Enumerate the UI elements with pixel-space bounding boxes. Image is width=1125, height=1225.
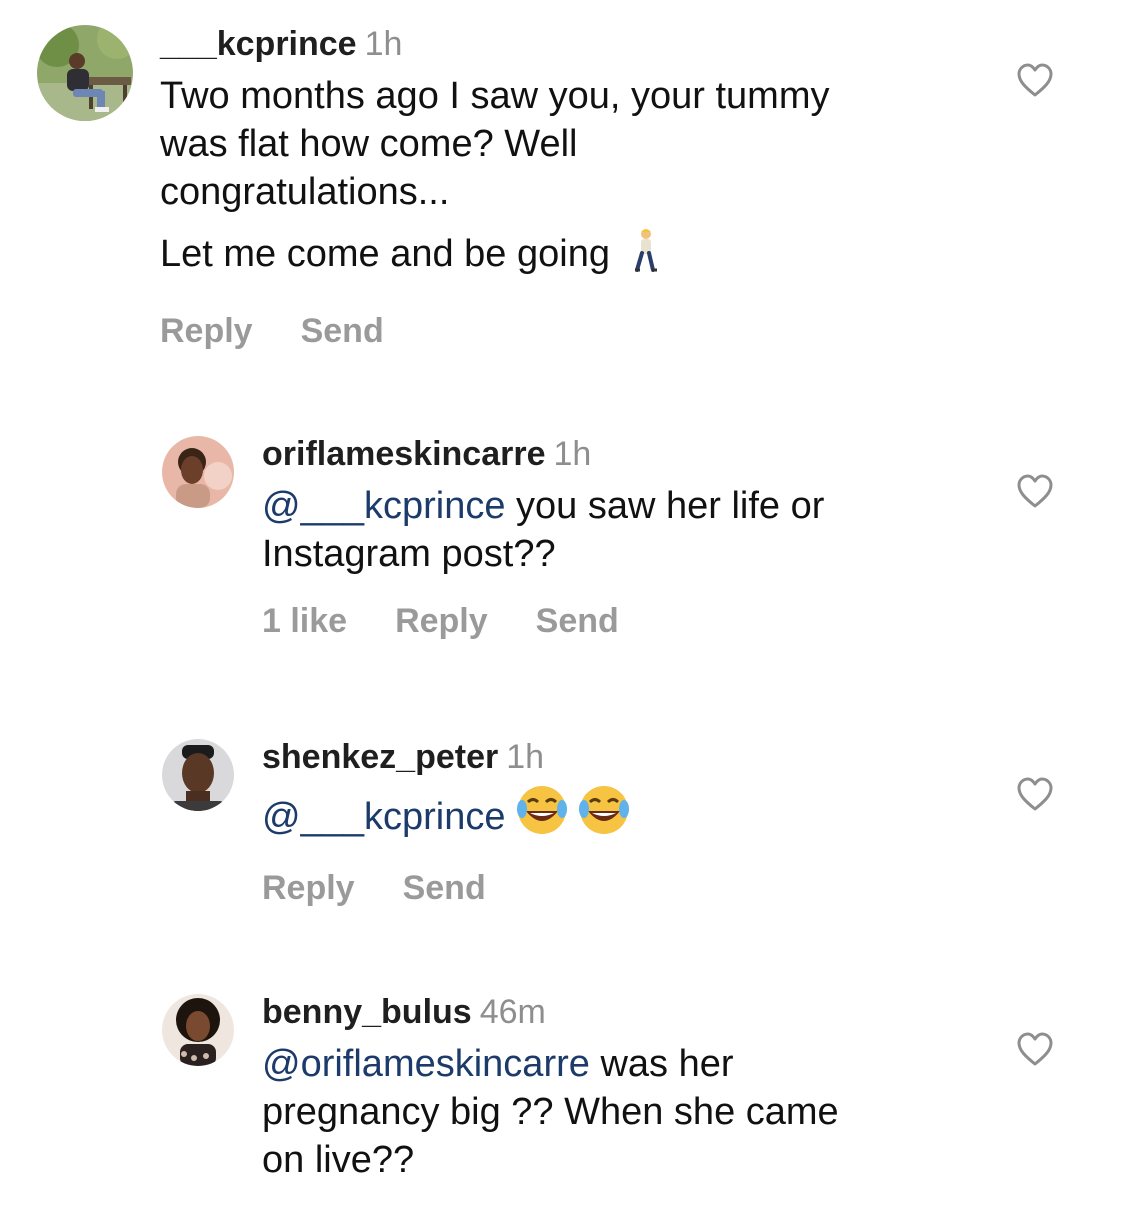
comment-line: Two months ago I saw you, your tummy xyxy=(160,75,830,117)
comment-line-text: you saw her life or xyxy=(505,485,825,527)
heart-icon[interactable] xyxy=(1016,1031,1054,1067)
username[interactable]: benny_bulus xyxy=(262,993,472,1031)
send-button[interactable]: Send xyxy=(536,602,619,641)
comment-line: pregnancy big ?? When she came xyxy=(262,1091,839,1133)
comment-text: @___kcprince you saw her life or Instagr… xyxy=(262,482,1002,578)
comment-line: Instagram post?? xyxy=(262,533,556,575)
comment-line: @___kcprince xyxy=(262,785,1002,847)
username[interactable]: oriflameskincarre xyxy=(262,435,546,473)
timestamp: 46m xyxy=(479,993,546,1031)
reply-button[interactable]: Reply xyxy=(395,602,488,641)
comments-list: ___kcprince 1h Two months ago I saw you, … xyxy=(0,0,1125,1225)
mention-link[interactable]: @oriflameskincarre xyxy=(262,1043,590,1085)
heart-icon[interactable] xyxy=(1016,473,1054,509)
mention-link[interactable]: @___kcprince xyxy=(262,796,505,838)
comment-line: @oriflameskincarre was her xyxy=(262,1040,1002,1088)
avatar[interactable] xyxy=(162,436,234,508)
timestamp: 1h xyxy=(506,738,545,776)
comment-line: was flat how come? Well xyxy=(160,123,578,165)
comment-actions: Reply Send xyxy=(262,869,1002,908)
heart-icon[interactable] xyxy=(1016,62,1054,98)
comment-actions: Reply Send xyxy=(160,312,1000,351)
face-with-tears-of-joy-emoji xyxy=(516,785,632,847)
timestamp: 1h xyxy=(364,25,403,63)
comment-text: @___kcprince xyxy=(262,785,1002,847)
send-button[interactable]: Send xyxy=(301,312,384,351)
comment-line: @___kcprince you saw her life or xyxy=(262,482,1002,530)
likes-count[interactable]: 1 like xyxy=(262,602,347,641)
comment-line: on live?? xyxy=(262,1139,415,1181)
avatar[interactable] xyxy=(37,25,133,121)
username[interactable]: shenkez_peter xyxy=(262,738,498,776)
timestamp: 1h xyxy=(553,435,592,473)
comment-text: @oriflameskincarre was her pregnancy big… xyxy=(262,1040,1002,1184)
heart-icon[interactable] xyxy=(1016,776,1054,812)
reply-button[interactable]: Reply xyxy=(160,312,253,351)
reply-button[interactable]: Reply xyxy=(262,869,355,908)
mention-link[interactable]: @___kcprince xyxy=(262,485,505,527)
comment-text: Two months ago I saw you, your tummy was… xyxy=(160,72,1000,284)
comment-actions: 1 like Reply Send xyxy=(262,602,1002,641)
avatar[interactable] xyxy=(162,994,234,1066)
comment-header: benny_bulus 46m xyxy=(262,992,1002,1032)
username[interactable]: ___kcprince xyxy=(160,25,357,63)
comment-line-text: was her xyxy=(589,1043,734,1085)
comment-line-text: Let me come and be going xyxy=(160,233,610,275)
person-walking-emoji xyxy=(631,228,661,284)
comment-line: congratulations... xyxy=(160,171,450,213)
send-button[interactable]: Send xyxy=(403,869,486,908)
comment-header: ___kcprince 1h xyxy=(160,24,1000,64)
avatar[interactable] xyxy=(162,739,234,811)
comment-line: Let me come and be going xyxy=(160,228,1000,284)
comment-header: shenkez_peter 1h xyxy=(262,737,1002,777)
comment-header: oriflameskincarre 1h xyxy=(262,434,1002,474)
